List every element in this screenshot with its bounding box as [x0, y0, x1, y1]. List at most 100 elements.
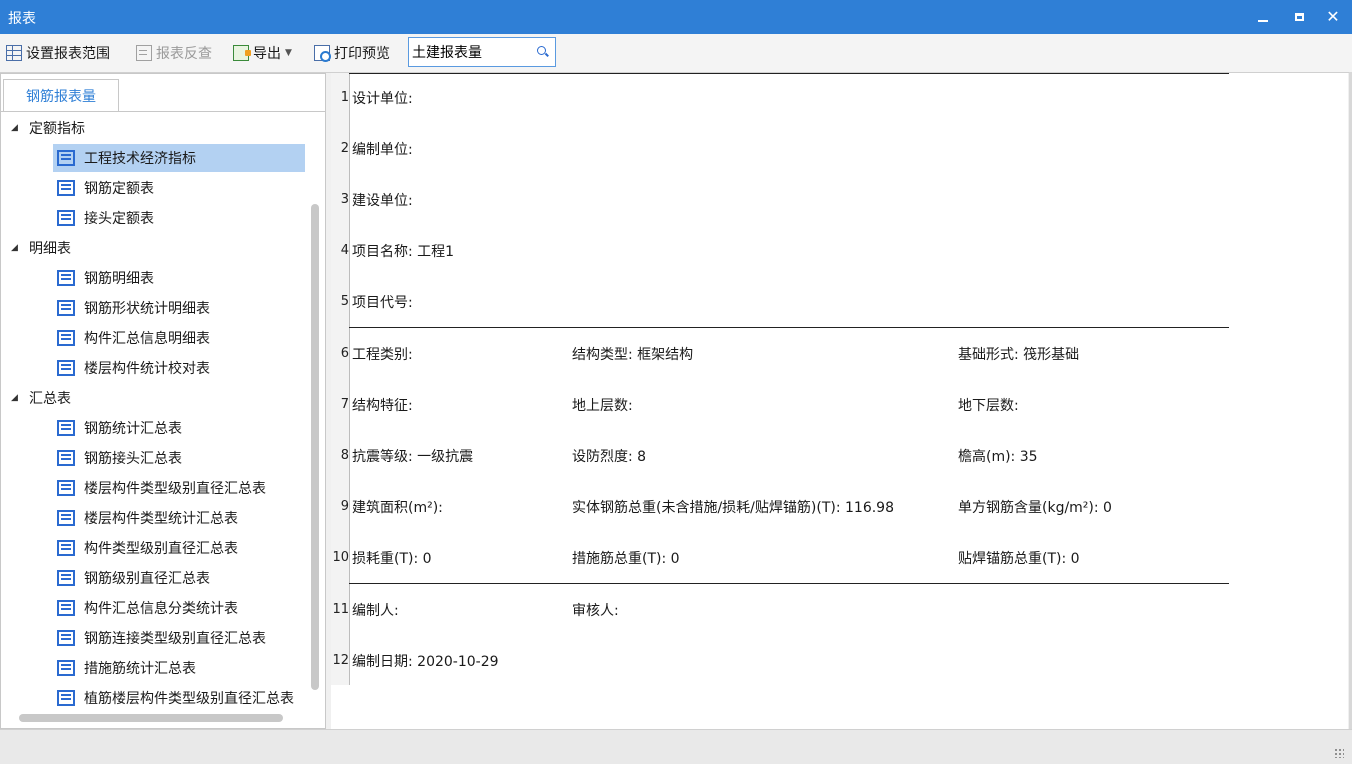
window-title: 报表: [8, 11, 36, 27]
tree-item-label: 钢筋定额表: [84, 181, 154, 197]
table-range-icon: [6, 45, 22, 61]
export-icon: [233, 45, 251, 61]
tree-item[interactable]: 楼层构件统计校对表: [53, 354, 305, 382]
document-icon: [57, 690, 75, 706]
expand-arrow-icon[interactable]: ◢: [11, 393, 29, 403]
print-preview-button[interactable]: 打印预览: [314, 43, 390, 63]
tree-item-label: 钢筋接头汇总表: [84, 451, 182, 467]
document-icon: [57, 660, 75, 676]
tree-item-label: 工程技术经济指标: [84, 151, 196, 167]
document-icon: [57, 570, 75, 586]
tree-item-label: 措施筋统计汇总表: [84, 661, 196, 677]
document-icon: [57, 210, 75, 226]
document-icon: [57, 450, 75, 466]
tree-item[interactable]: 钢筋定额表: [53, 174, 305, 202]
document-icon: [57, 420, 75, 436]
document-icon: [57, 330, 75, 346]
tree-category-detail[interactable]: ◢ 明细表: [11, 234, 71, 262]
tree-category-summary[interactable]: ◢ 汇总表: [11, 384, 71, 412]
tree-item-label: 钢筋连接类型级别直径汇总表: [84, 631, 266, 647]
tab-rebar-report[interactable]: 钢筋报表量: [3, 79, 119, 111]
export-dropdown-button[interactable]: 导出 ▼: [233, 43, 292, 63]
search-box: [408, 37, 556, 67]
set-report-range-button[interactable]: 设置报表范围: [6, 43, 110, 63]
report-divider: [349, 73, 1229, 74]
rebar-total-weight-field: 实体钢筋总重(未含措施/损耗/贴焊锚筋)(T): 116.98: [572, 500, 894, 516]
row-number: 9: [340, 499, 349, 514]
document-icon: [57, 360, 75, 376]
print-preview-label: 打印预览: [334, 46, 390, 62]
tree-item[interactable]: 构件汇总信息明细表: [53, 324, 305, 352]
vertical-scrollbar[interactable]: [311, 204, 319, 690]
document-icon: [57, 300, 75, 316]
document-icon: [57, 510, 75, 526]
tree-item[interactable]: 钢筋统计汇总表: [53, 414, 305, 442]
print-preview-icon: [314, 45, 331, 62]
search-input[interactable]: [412, 42, 530, 62]
reverse-check-icon: [136, 45, 152, 61]
row-number: 7: [340, 397, 349, 412]
above-ground-floors-field: 地上层数:: [572, 398, 633, 414]
building-area-field: 建筑面积(m²):: [352, 500, 443, 516]
tree-item[interactable]: 楼层构件类型级别直径汇总表: [53, 474, 305, 502]
reverse-check-button[interactable]: 报表反查: [136, 43, 212, 63]
tree-item-label: 钢筋形状统计明细表: [84, 301, 210, 317]
tree-item-label: 构件类型级别直径汇总表: [84, 541, 238, 557]
compiling-unit-field: 编制单位:: [352, 142, 413, 158]
row-number: 6: [340, 346, 349, 361]
export-label: 导出: [253, 46, 281, 62]
document-icon: [57, 270, 75, 286]
document-icon: [57, 540, 75, 556]
tree-item[interactable]: 钢筋明细表: [53, 264, 305, 292]
row-number-gutter: [331, 73, 350, 685]
tree-item[interactable]: 植筋楼层构件类型级别直径汇总表: [53, 684, 305, 712]
underground-floors-field: 地下层数:: [958, 398, 1019, 414]
foundation-type-field: 基础形式: 筏形基础: [958, 347, 1080, 363]
close-button[interactable]: ✕: [1320, 5, 1346, 29]
report-tree-panel: 钢筋报表量 ◢ 定额指标 工程技术经济指标 钢筋定额表 接头定额表 ◢ 明细表 …: [0, 73, 326, 729]
document-icon: [57, 480, 75, 496]
tree-item[interactable]: 钢筋接头汇总表: [53, 444, 305, 472]
tree-item[interactable]: 钢筋形状统计明细表: [53, 294, 305, 322]
tree-item-label: 构件汇总信息明细表: [84, 331, 210, 347]
tree-item[interactable]: 钢筋连接类型级别直径汇总表: [53, 624, 305, 652]
document-icon: [57, 630, 75, 646]
tree-item[interactable]: 楼层构件类型统计汇总表: [53, 504, 305, 532]
row-number: 11: [332, 602, 349, 617]
minimize-icon: [1258, 20, 1268, 22]
maximize-button[interactable]: [1286, 5, 1312, 29]
row-number: 4: [340, 243, 349, 258]
structure-feature-field: 结构特征:: [352, 398, 413, 414]
tab-strip: 钢筋报表量: [1, 74, 325, 112]
report-preview: 1 2 3 4 5 6 7 8 9 10 11 12 设计单位: 编制单位: 建…: [331, 73, 1348, 729]
tree-item[interactable]: 措施筋统计汇总表: [53, 654, 305, 682]
tree-category-quota[interactable]: ◢ 定额指标: [11, 114, 85, 142]
tree-item-label: 楼层构件类型级别直径汇总表: [84, 481, 266, 497]
close-icon: ✕: [1326, 7, 1340, 26]
tree-item[interactable]: 接头定额表: [53, 204, 305, 232]
row-number: 5: [340, 294, 349, 309]
resize-grip-icon[interactable]: [1334, 748, 1344, 758]
structure-type-field: 结构类型: 框架结构: [572, 347, 694, 363]
tree-item[interactable]: 构件汇总信息分类统计表: [53, 594, 305, 622]
tree-item[interactable]: 钢筋级别直径汇总表: [53, 564, 305, 592]
document-icon: [57, 600, 75, 616]
minimize-button[interactable]: [1250, 5, 1276, 29]
tree-item-label: 钢筋级别直径汇总表: [84, 571, 210, 587]
compiler-field: 编制人:: [352, 603, 399, 619]
project-category-field: 工程类别:: [352, 347, 413, 363]
reviewer-field: 审核人:: [572, 603, 619, 619]
tree-item-label: 钢筋统计汇总表: [84, 421, 182, 437]
horizontal-scrollbar[interactable]: [19, 714, 283, 722]
welded-anchor-weight-field: 贴焊锚筋总重(T): 0: [958, 551, 1080, 567]
expand-arrow-icon[interactable]: ◢: [11, 243, 29, 253]
design-unit-field: 设计单位:: [352, 91, 413, 107]
expand-arrow-icon[interactable]: ◢: [11, 123, 29, 133]
row-number: 8: [340, 448, 349, 463]
tree-item[interactable]: 构件类型级别直径汇总表: [53, 534, 305, 562]
report-tree: ◢ 定额指标 工程技术经济指标 钢筋定额表 接头定额表 ◢ 明细表 钢筋明细表 …: [1, 114, 309, 714]
search-icon[interactable]: [537, 46, 549, 58]
eave-height-field: 檐高(m): 35: [958, 449, 1038, 465]
chevron-down-icon: ▼: [285, 48, 292, 58]
tree-item[interactable]: 工程技术经济指标: [53, 144, 305, 172]
